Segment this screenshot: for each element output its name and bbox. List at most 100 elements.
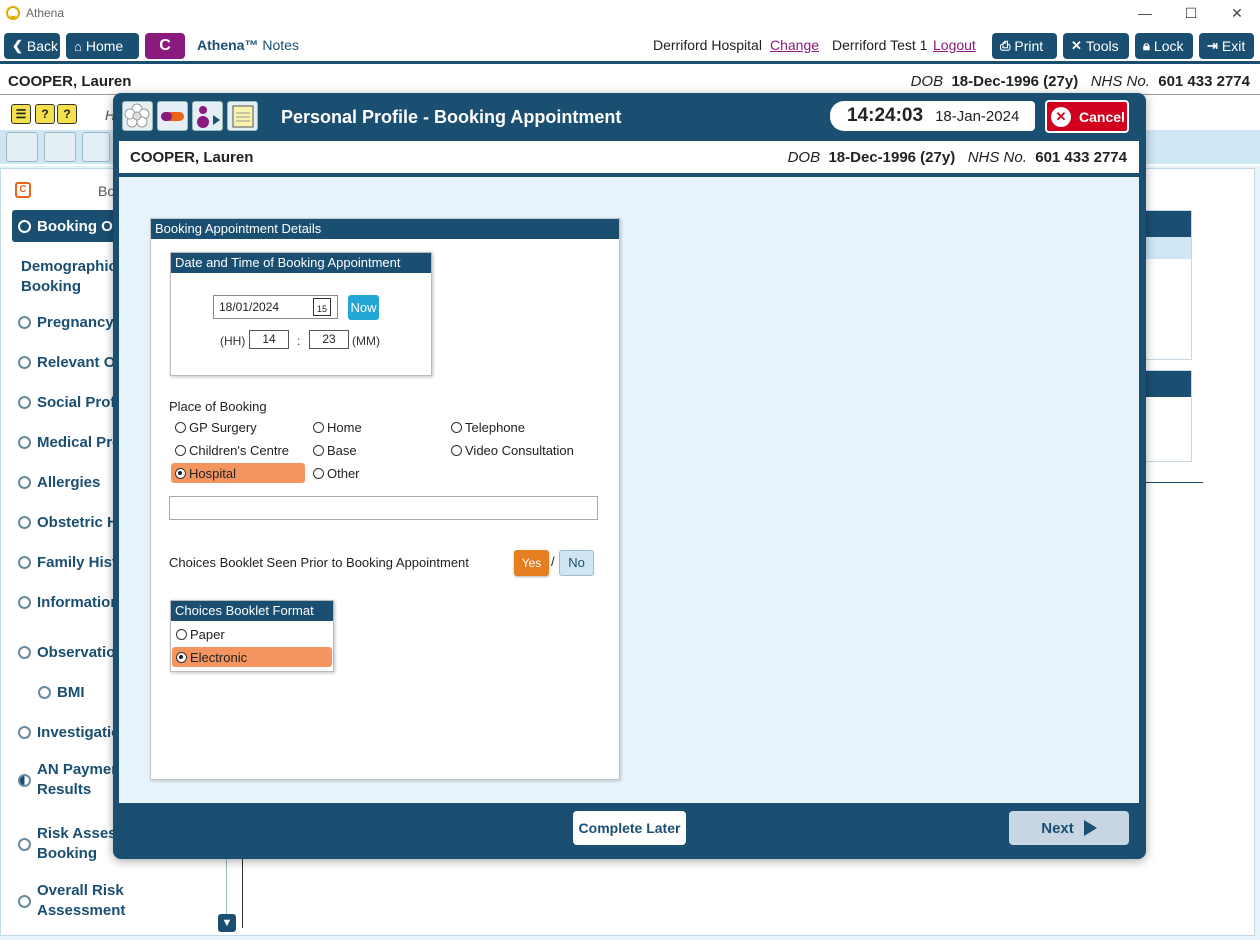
home-button[interactable]: ⌂ Home [66, 33, 139, 59]
exit-icon: ⇥ [1207, 38, 1218, 53]
back-button[interactable]: ❮ Back [4, 33, 60, 59]
modal-patient-banner: COOPER, Lauren DOB 18-Dec-1996 (27y) NHS… [119, 141, 1139, 175]
place-radio-other[interactable]: Other [309, 463, 429, 483]
change-link[interactable]: Change [770, 37, 819, 53]
radio-label: GP Surgery [189, 419, 257, 435]
bg-line [1140, 482, 1203, 483]
tools-button[interactable]: ✕ Tools [1063, 33, 1129, 59]
close-window-button[interactable]: ✕ [1214, 0, 1260, 26]
radio-label: Paper [190, 626, 225, 642]
sidebar-item-label: Investigatio [37, 723, 121, 741]
brand-name: Athena™ [197, 37, 259, 53]
other-place-input[interactable] [169, 496, 598, 520]
radio-icon [175, 444, 186, 456]
radio-label: Electronic [190, 649, 248, 665]
mother-icon[interactable] [82, 132, 110, 162]
complete-later-button[interactable]: Complete Later [573, 811, 686, 845]
sidebar-item-overall-risk-assessment[interactable]: Overall Risk Assessment [12, 876, 202, 926]
lock-button[interactable]: 🔒︎ Lock [1135, 33, 1193, 59]
cancel-button[interactable]: ✕ Cancel [1045, 100, 1129, 133]
sidebar-item-label: Allergies [37, 473, 101, 491]
flower-icon[interactable] [122, 101, 153, 131]
chevron-left-icon: ❮ [12, 38, 23, 53]
sidebar-item-label: Obstetric H [37, 513, 118, 531]
c-button[interactable]: C [145, 33, 185, 59]
minute-input[interactable]: 23 [309, 330, 349, 349]
help-icon-2[interactable]: ? [57, 104, 77, 124]
time-colon: : [297, 334, 301, 348]
close-circle-icon: ✕ [1051, 106, 1071, 127]
print-button[interactable]: ⎙ Print [992, 33, 1057, 59]
brand-sub: Notes [262, 37, 299, 53]
bg-table-row [1141, 237, 1191, 259]
exit-button[interactable]: ⇥ Exit [1199, 33, 1254, 59]
cancel-label: Cancel [1079, 108, 1125, 125]
booking-date-value: 18/01/2024 [219, 300, 280, 314]
maximize-button[interactable]: ☐ [1168, 0, 1214, 26]
radio-label: Telephone [465, 419, 525, 435]
booklet-format-title: Choices Booklet Format [171, 601, 333, 621]
print-label: Print [1014, 38, 1044, 54]
sidebar-item-label-wrap: Overall Risk Assessment [37, 881, 125, 921]
content-divider [242, 850, 243, 928]
pill-icon[interactable] [44, 132, 76, 162]
radio-circle-icon [18, 475, 31, 489]
sidebar-item-label: Social Profil [37, 393, 124, 411]
choices-no-button[interactable]: No [559, 550, 594, 576]
back-label: Back [26, 38, 59, 54]
sidebar-item-label: Booking Ov [37, 217, 122, 235]
format-radio-electronic[interactable]: Electronic [172, 647, 332, 667]
sidebar-item-label-2: Assessment [37, 902, 126, 919]
place-of-booking-label: Place of Booking [169, 399, 267, 414]
nhs-value: 601 433 2774 [1158, 73, 1250, 90]
sidebar-item-label: Pregnancy I [37, 313, 123, 331]
datetime-panel: Date and Time of Booking Appointment 18/… [170, 252, 432, 376]
alert-list-icon[interactable]: ☰ [11, 104, 31, 124]
lock-icon: 🔒︎ [1143, 38, 1150, 53]
place-radio-home[interactable]: Home [309, 417, 429, 437]
window-title: Athena [26, 6, 65, 20]
exit-label: Exit [1221, 38, 1246, 54]
notepad-icon[interactable] [227, 101, 258, 131]
scroll-down-icon[interactable]: ▼ [218, 914, 236, 932]
tools-icon: ✕ [1071, 38, 1082, 53]
tools-label: Tools [1085, 38, 1119, 54]
next-button[interactable]: Next [1009, 811, 1129, 845]
half-circle-icon [18, 773, 31, 787]
modal-footer: Complete Later Next [119, 803, 1139, 853]
mm-label: (MM) [352, 334, 380, 348]
printer-icon: ⎙ [1000, 38, 1011, 53]
place-radio-gp-surgery[interactable]: GP Surgery [171, 417, 291, 437]
bg-table-2 [1140, 370, 1192, 462]
booking-date-input[interactable]: 18/01/2024 15 [213, 295, 338, 319]
calendar-icon[interactable]: 15 [313, 298, 331, 316]
hour-input[interactable]: 14 [249, 330, 289, 349]
radio-circle-icon [18, 725, 31, 739]
logout-link[interactable]: Logout [933, 37, 976, 53]
now-button[interactable]: Now [348, 295, 379, 320]
format-radio-paper[interactable]: Paper [172, 624, 332, 644]
minimize-button[interactable]: — [1122, 0, 1168, 26]
sidebar-item-label-wrap: AN Paymen Results [37, 760, 120, 800]
radio-icon [175, 421, 186, 433]
place-radio-hospital[interactable]: Hospital [171, 463, 305, 483]
radio-circle-icon [18, 837, 31, 851]
sidebar-item-label: Medical Pro [37, 433, 122, 451]
window-titlebar: Athena — ☐ ✕ [0, 0, 1260, 26]
choices-yes-button[interactable]: Yes [514, 550, 549, 576]
place-radio-childrens-centre[interactable]: Children's Centre [171, 440, 306, 460]
sidebar-item-label: Information [37, 593, 120, 611]
radio-label: Home [327, 419, 362, 435]
help-icon[interactable]: ? [35, 104, 55, 124]
modal-header-icons [122, 101, 258, 131]
place-radio-telephone[interactable]: Telephone [447, 417, 597, 437]
radio-icon [451, 444, 462, 456]
pill-icon[interactable] [157, 101, 188, 131]
radio-circle-icon [18, 555, 31, 569]
flower-icon[interactable] [6, 132, 38, 162]
mother-arrow-icon[interactable] [192, 101, 223, 131]
datetime-title: Date and Time of Booking Appointment [171, 253, 431, 273]
bg-table-header [1141, 371, 1191, 397]
place-radio-video-consultation[interactable]: Video Consultation [447, 440, 597, 460]
place-radio-base[interactable]: Base [309, 440, 429, 460]
